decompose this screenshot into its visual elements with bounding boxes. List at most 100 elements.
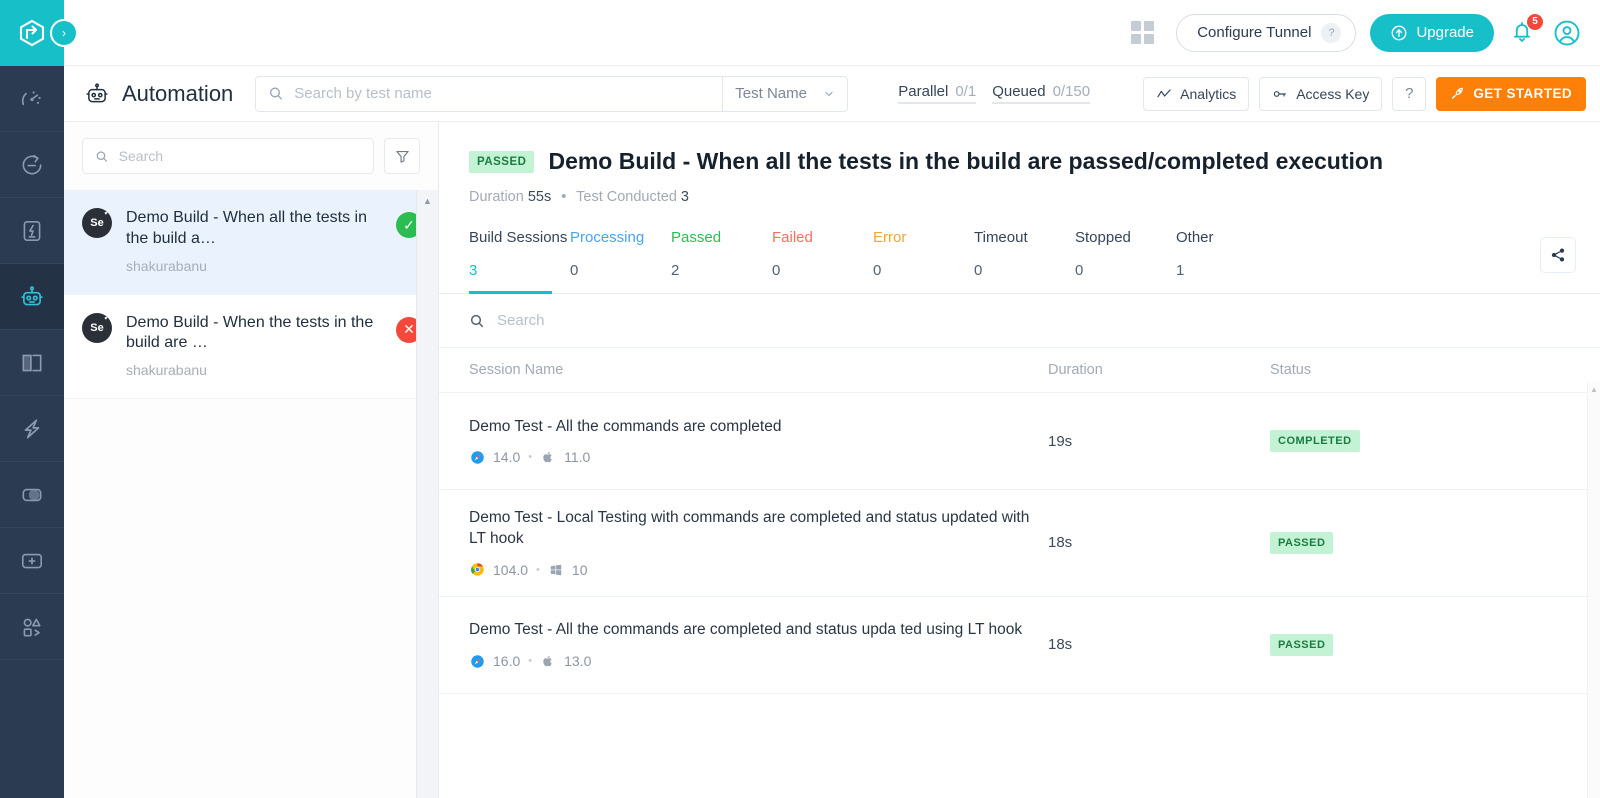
build-search-field[interactable] xyxy=(82,138,374,174)
session-search-input[interactable] xyxy=(497,312,797,329)
lambdatest-logo[interactable]: › xyxy=(0,0,64,66)
session-name: Demo Test - All the commands are complet… xyxy=(469,620,1048,641)
analytics-label: Analytics xyxy=(1180,86,1236,102)
search-filter-dropdown[interactable]: Test Name xyxy=(723,76,848,112)
tab-stopped[interactable]: Stopped 0 xyxy=(1075,229,1176,293)
browser-version: 16.0 xyxy=(493,653,520,669)
os-version: 13.0 xyxy=(564,653,591,669)
search-icon xyxy=(268,85,284,102)
tab-passed[interactable]: Passed 2 xyxy=(671,229,772,293)
build-filter-button[interactable] xyxy=(384,138,420,174)
scroll-up-arrow-icon[interactable]: ▲ xyxy=(423,196,432,206)
history-clock-icon xyxy=(19,152,45,178)
rail-expand-button[interactable]: › xyxy=(50,19,78,47)
app-grid-icon[interactable] xyxy=(1131,21,1154,44)
list-item[interactable]: Se ✓ Demo Build - When the tests in the … xyxy=(64,295,438,400)
tab-count: 1 xyxy=(1176,262,1277,279)
sidebar-item-history-clock[interactable] xyxy=(0,132,64,198)
sidebar-item-realtime-bolt-doc[interactable] xyxy=(0,198,64,264)
tunnel-help-icon[interactable]: ? xyxy=(1321,23,1341,43)
apple-icon xyxy=(540,653,556,669)
sidebar-item-shapes-arrow[interactable] xyxy=(0,594,64,660)
sidebar-item-contrast-circle[interactable] xyxy=(0,462,64,528)
top-bar: Configure Tunnel ? Upgrade 5 xyxy=(64,0,1600,66)
tab-count: 0 xyxy=(1075,262,1176,279)
test-search-field[interactable] xyxy=(255,76,723,112)
windows-icon xyxy=(548,562,564,578)
search-input[interactable] xyxy=(294,85,710,102)
build-name: Demo Build - When the tests in the build… xyxy=(126,313,382,355)
chrome-icon xyxy=(469,562,485,578)
user-avatar-button[interactable] xyxy=(1552,18,1582,48)
queued-stat: Queued 0/150 xyxy=(992,83,1090,104)
session-search-field[interactable] xyxy=(439,294,1600,348)
queued-label: Queued xyxy=(992,83,1045,100)
status-badge: PASSED xyxy=(1270,532,1333,554)
build-search-input[interactable] xyxy=(119,148,361,164)
access-key-button[interactable]: Access Key xyxy=(1259,77,1382,111)
search-icon xyxy=(95,149,109,164)
session-duration: 18s xyxy=(1048,636,1270,653)
get-started-button[interactable]: GET STARTED xyxy=(1436,77,1586,111)
visual-compare-icon xyxy=(19,350,45,376)
list-item[interactable]: Se ✓ Demo Build - When all the tests in … xyxy=(64,190,438,295)
tab-failed[interactable]: Failed 0 xyxy=(772,229,873,293)
page-title: Automation xyxy=(84,81,233,107)
sidebar-item-hyperexecute-bolt[interactable] xyxy=(0,396,64,462)
sidebar-item-dashboard-gauge[interactable] xyxy=(0,66,64,132)
os-version: 10 xyxy=(572,562,588,578)
configure-tunnel-button[interactable]: Configure Tunnel ? xyxy=(1176,14,1356,52)
status-badge: PASSED xyxy=(1270,634,1333,656)
build-texts: Demo Build - When the tests in the build… xyxy=(126,313,382,379)
page-title-label: Automation xyxy=(122,81,233,107)
session-table-header: Session Name Duration Status xyxy=(439,348,1600,393)
sidebar-item-automation-robot[interactable] xyxy=(0,264,64,330)
tab-label: Error xyxy=(873,229,974,246)
tab-timeout[interactable]: Timeout 0 xyxy=(974,229,1075,293)
tab-processing[interactable]: Processing 0 xyxy=(570,229,671,293)
tab-build-sessions[interactable]: Build Sessions 3 xyxy=(469,229,570,293)
table-row[interactable]: Demo Test - All the commands are complet… xyxy=(439,393,1600,490)
main-column: Configure Tunnel ? Upgrade 5 xyxy=(64,0,1600,798)
build-user: shakurabanu xyxy=(126,362,382,378)
tab-other[interactable]: Other 1 xyxy=(1176,229,1277,293)
user-avatar-icon xyxy=(1552,18,1582,48)
concurrency-stats: Parallel 0/1 Queued 0/150 xyxy=(898,83,1090,104)
share-button[interactable] xyxy=(1540,237,1576,273)
configure-tunnel-label: Configure Tunnel xyxy=(1197,24,1311,41)
sidebar-item-add-plus[interactable] xyxy=(0,528,64,594)
column-header-status: Status xyxy=(1270,362,1570,378)
session-name: Demo Test - Local Testing with commands … xyxy=(469,508,1048,550)
browser-version: 14.0 xyxy=(493,449,520,465)
duration-label: Duration xyxy=(469,189,524,205)
table-row[interactable]: Demo Test - Local Testing with commands … xyxy=(439,490,1600,597)
help-button[interactable]: ? xyxy=(1392,77,1426,111)
search-filter-value: Test Name xyxy=(735,85,807,102)
rocket-icon xyxy=(1450,86,1465,101)
build-meta: Duration 55s • Test Conducted 3 xyxy=(469,189,1570,205)
search-icon xyxy=(469,313,485,329)
analytics-button[interactable]: Analytics xyxy=(1143,77,1249,111)
upgrade-button[interactable]: Upgrade xyxy=(1370,14,1494,52)
upgrade-label: Upgrade xyxy=(1416,24,1474,41)
selenium-logo-icon: Se ✓ xyxy=(82,208,112,238)
selenium-logo-icon: Se ✓ xyxy=(82,313,112,343)
selenium-logo-text: Se xyxy=(90,322,103,334)
tab-label: Stopped xyxy=(1075,229,1176,246)
notifications-button[interactable]: 5 xyxy=(1508,18,1538,48)
tab-error[interactable]: Error 0 xyxy=(873,229,974,293)
session-cell: Demo Test - Local Testing with commands … xyxy=(469,508,1048,578)
build-list-scrollbar[interactable]: ▲ xyxy=(416,190,438,798)
session-status-cell: PASSED xyxy=(1270,634,1570,656)
table-row[interactable]: Demo Test - All the commands are complet… xyxy=(439,597,1600,694)
build-title-row: PASSED Demo Build - When all the tests i… xyxy=(469,148,1570,175)
selenium-logo-text: Se xyxy=(90,217,103,229)
tab-label: Failed xyxy=(772,229,873,246)
session-cell: Demo Test - All the commands are complet… xyxy=(469,620,1048,669)
detail-scrollbar[interactable]: ▲ xyxy=(1587,382,1600,798)
check-badge-icon: ✓ xyxy=(103,207,111,218)
scroll-up-arrow-icon[interactable]: ▲ xyxy=(1588,382,1600,394)
tab-count: 0 xyxy=(772,262,873,279)
sidebar-item-visual-compare[interactable] xyxy=(0,330,64,396)
session-duration: 19s xyxy=(1048,433,1270,450)
